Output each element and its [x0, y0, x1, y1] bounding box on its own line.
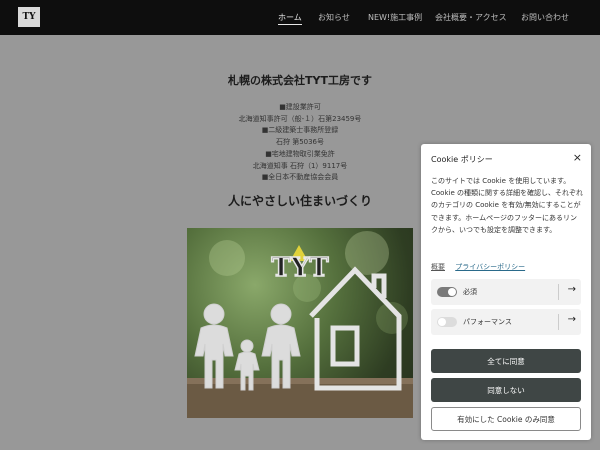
family-house-illustration: TYT — [187, 231, 413, 418]
site-logo[interactable]: TY — [18, 7, 40, 27]
close-icon[interactable]: × — [573, 151, 582, 164]
site-header: TY ホーム お知らせ NEW!施工事例 会社概要・アクセス お問い合わせ — [0, 0, 600, 35]
tagline: 人にやさしい住まいづくり — [227, 193, 372, 208]
accept-selected-button[interactable]: 有効にした Cookie のみ同意 — [431, 407, 581, 431]
info-line: ■宅地建物取引業免許 — [265, 149, 335, 158]
cookie-category-required[interactable]: 必須 → — [431, 279, 581, 305]
main-content: 札幌の株式会社TYT工房です ■建設業許可 北海道知事許可（般-１）石第2345… — [150, 72, 450, 209]
cookie-dialog-title: Cookie ポリシー — [431, 155, 493, 164]
nav-home[interactable]: ホーム — [278, 12, 302, 25]
cookie-description: このサイトでは Cookie を使用しています。Cookie の種類に関する詳細… — [431, 177, 583, 234]
category-label: パフォーマンス — [463, 318, 512, 326]
family-house-image: TYT — [187, 228, 413, 418]
cookie-category-performance[interactable]: パフォーマンス → — [431, 309, 581, 335]
required-toggle[interactable] — [437, 287, 457, 297]
arrow-right-icon[interactable]: → — [568, 284, 576, 295]
nav-news[interactable]: お知らせ — [318, 12, 350, 23]
info-line: ■建設業許可 — [279, 103, 321, 111]
photo-logo-text: TYT — [271, 253, 329, 283]
info-line: 北海道知事許可（般-１）石第23459号 — [238, 114, 362, 123]
arrow-right-icon[interactable]: → — [568, 314, 576, 325]
nav-contact[interactable]: お問い合わせ — [521, 12, 569, 23]
accept-all-button[interactable]: 全てに同意 — [431, 349, 581, 373]
info-line: 石狩 第5036号 — [275, 138, 325, 147]
performance-toggle[interactable] — [437, 317, 457, 327]
info-line: ■二級建築士事務所登録 — [261, 126, 339, 135]
divider — [558, 314, 559, 330]
page-title: 札幌の株式会社TYT工房です — [228, 74, 372, 87]
summary-link[interactable]: 概要 — [431, 263, 445, 271]
info-line: ■全日本不動産協会会員 — [261, 173, 339, 182]
category-label: 必須 — [463, 288, 477, 296]
nav-company[interactable]: 会社概要・アクセス — [435, 12, 507, 23]
privacy-policy-link[interactable]: プライバシーポリシー — [455, 263, 525, 271]
decline-button[interactable]: 同意しない — [431, 378, 581, 402]
info-line: 北海道知事 石狩（1）9117号 — [252, 161, 348, 170]
cookie-policy-dialog: Cookie ポリシー × このサイトでは Cookie を使用しています。Co… — [421, 144, 591, 440]
nav-works[interactable]: NEW!施工事例 — [368, 12, 422, 23]
divider — [558, 284, 559, 300]
cookie-links: 概要 プライバシーポリシー — [431, 262, 533, 272]
